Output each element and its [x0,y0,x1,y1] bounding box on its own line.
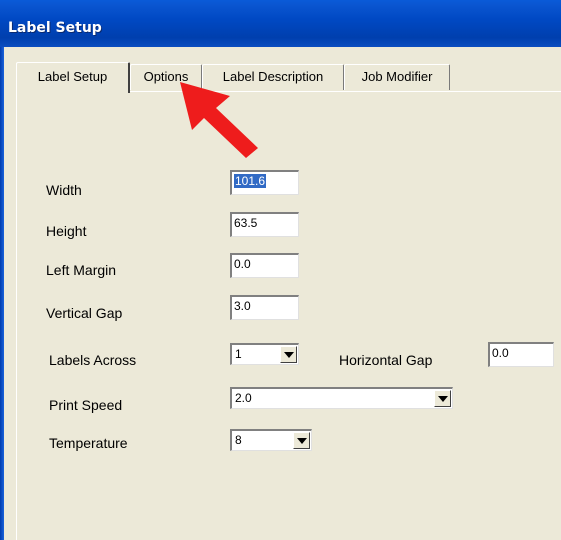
width-value: 101.6 [234,174,267,188]
chevron-down-icon[interactable] [280,346,297,363]
left-margin-value: 0.0 [234,257,251,271]
tab-label: Job Modifier [361,69,433,84]
horizontal-gap-input[interactable]: 0.0 [488,342,554,367]
window-title: Label Setup [8,20,102,36]
tab-label: Label Setup [37,69,108,84]
horizontal-gap-value: 0.0 [492,346,509,360]
label-setup-window: Label Setup Label Setup Options Label De… [0,0,561,540]
title-bar[interactable]: Label Setup [0,0,561,47]
width-label: Width [46,182,82,198]
width-input[interactable]: 101.6 [230,170,299,195]
height-value: 63.5 [234,216,258,230]
vertical-gap-input[interactable]: 3.0 [230,295,299,320]
chevron-down-icon[interactable] [293,432,310,449]
tab-job-modifier[interactable]: Job Modifier [344,64,450,90]
vertical-gap-value: 3.0 [234,299,251,313]
labels-across-select[interactable]: 1 [230,343,299,365]
print-speed-value: 2.0 [235,391,252,405]
labels-across-label: Labels Across [49,352,137,368]
labels-across-value: 1 [235,347,242,361]
tab-strip: Label Setup Options Label Description Jo… [16,62,561,93]
print-speed-label: Print Speed [49,397,123,413]
tab-label-setup[interactable]: Label Setup [16,62,130,93]
print-speed-select[interactable]: 2.0 [230,387,453,409]
vertical-gap-label: Vertical Gap [46,305,123,321]
window-frame-left [0,47,4,540]
height-input[interactable]: 63.5 [230,212,299,237]
temperature-label: Temperature [49,435,128,451]
height-label: Height [46,223,87,239]
horizontal-gap-label: Horizontal Gap [339,352,433,368]
temperature-value: 8 [235,433,242,447]
left-margin-input[interactable]: 0.0 [230,253,299,278]
temperature-select[interactable]: 8 [230,429,312,451]
left-margin-label: Left Margin [46,262,117,278]
red-arrow-annotation-icon [180,82,258,158]
chevron-down-icon[interactable] [434,390,451,407]
